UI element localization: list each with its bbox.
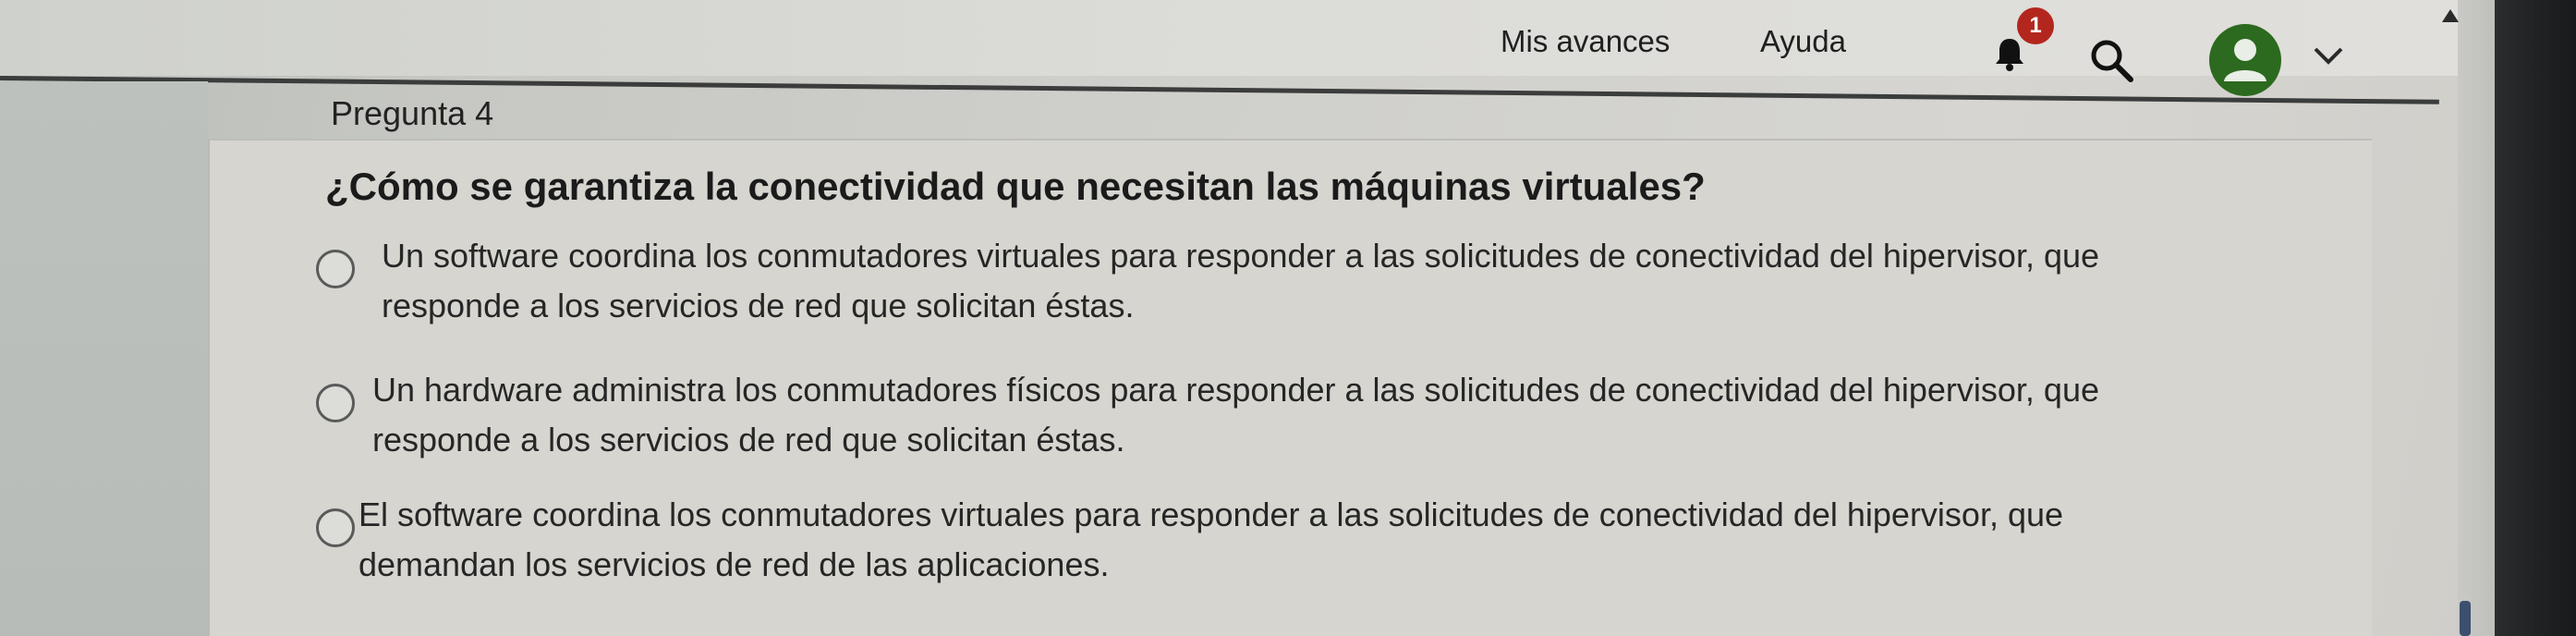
- answer-option-text: Un hardware administra los conmutadores …: [372, 365, 2331, 465]
- notification-badge: 1: [2017, 7, 2054, 44]
- answer-option-text: Un software coordina los conmutadores vi…: [382, 231, 2340, 331]
- radio-button[interactable]: [316, 508, 355, 547]
- scrollbar-thumb[interactable]: [2460, 601, 2471, 636]
- right-gutter: [2458, 0, 2495, 636]
- answer-option-2[interactable]: Un hardware administra los conmutadores …: [305, 365, 2338, 485]
- bell-icon[interactable]: [1991, 35, 2028, 72]
- answer-option-line: demandan los servicios de red de las apl…: [358, 545, 1110, 583]
- answer-option-line: El software coordina los conmutadores vi…: [358, 495, 2064, 533]
- answer-option-line: responde a los servicios de red que soli…: [372, 421, 1125, 459]
- screen: Mis avances Ayuda 1 Pregunta 4 ¿Cómo se …: [0, 0, 2576, 636]
- monitor-bezel: [2495, 0, 2576, 636]
- answer-option-1[interactable]: Un software coordina los conmutadores vi…: [305, 231, 2338, 351]
- chevron-down-icon[interactable]: [2310, 42, 2347, 69]
- answer-option-line: Un hardware administra los conmutadores …: [372, 371, 2099, 409]
- triangle-up-icon[interactable]: [2442, 9, 2459, 22]
- nav-link-help[interactable]: Ayuda: [1760, 24, 1846, 59]
- answer-option-text: El software coordina los conmutadores vi…: [358, 490, 2317, 590]
- left-margin-panel: [0, 81, 208, 636]
- radio-button[interactable]: [316, 384, 355, 422]
- question-text: ¿Cómo se garantiza la conectividad que n…: [325, 165, 1706, 208]
- answer-option-line: responde a los servicios de red que soli…: [382, 287, 1135, 324]
- search-icon[interactable]: [2088, 37, 2136, 85]
- top-navigation-bar: Mis avances Ayuda 1: [0, 0, 2458, 96]
- question-header: [208, 81, 2439, 137]
- radio-button[interactable]: [316, 250, 355, 288]
- question-number: Pregunta 4: [331, 94, 494, 132]
- answer-option-line: Un software coordina los conmutadores vi…: [382, 237, 2100, 275]
- nav-link-my-progress[interactable]: Mis avances: [1501, 24, 1670, 59]
- answer-option-3[interactable]: El software coordina los conmutadores vi…: [305, 490, 2338, 610]
